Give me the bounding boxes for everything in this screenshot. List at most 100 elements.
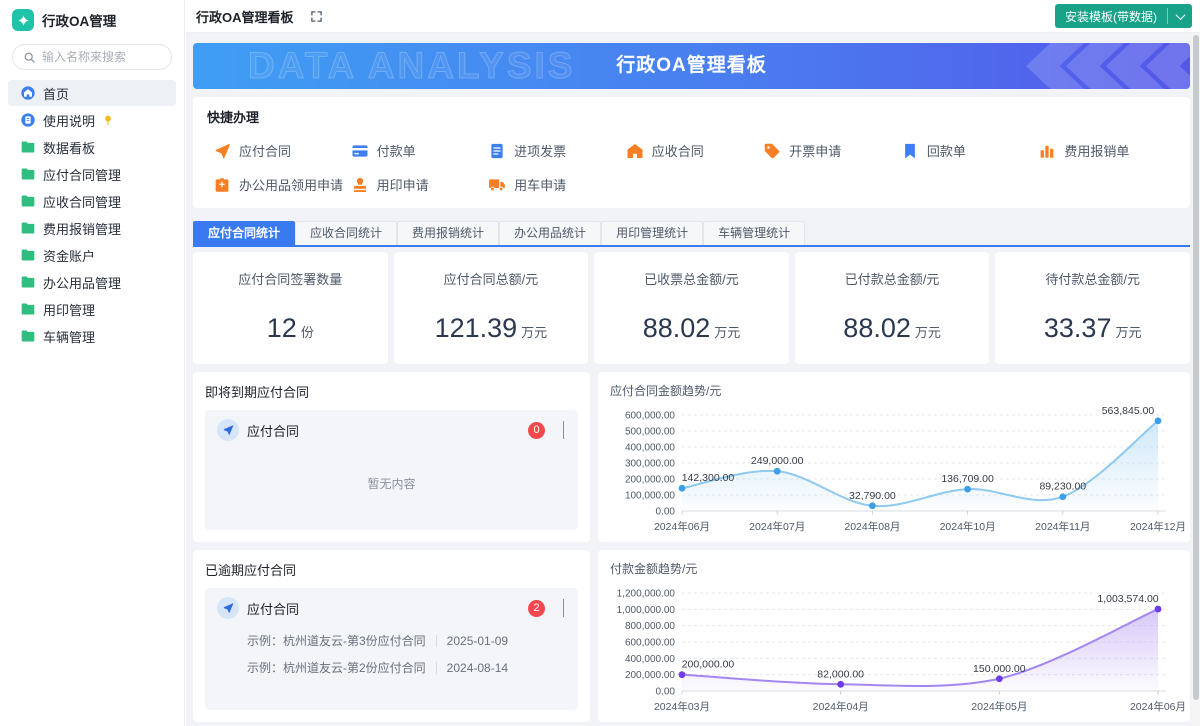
collapse-chevron-icon[interactable] xyxy=(563,421,564,439)
search-box[interactable] xyxy=(12,44,172,70)
stat-label: 已收票总金额/元 xyxy=(594,269,789,288)
send-icon xyxy=(213,142,231,160)
svg-text:2024年06月: 2024年06月 xyxy=(654,520,710,533)
svg-text:136,709.00: 136,709.00 xyxy=(941,473,994,485)
sidebar-item-label: 车辆管理 xyxy=(43,327,95,346)
sidebar-item-funds[interactable]: 资金账户 xyxy=(8,242,176,268)
quick-seal-apply[interactable]: 用印申请 xyxy=(351,175,489,194)
quick-payment-order[interactable]: 付款单 xyxy=(351,141,489,160)
sidebar: 行政OA管理 首页 使用说明 数据看板 应付合同管理 xyxy=(0,0,185,726)
stat-value: 12 xyxy=(267,313,297,343)
folder-icon xyxy=(20,274,36,290)
stat-unit: 万元 xyxy=(915,325,941,340)
list-item[interactable]: 示例：杭州道友云-第3份应付合同 2025-01-09 xyxy=(247,627,566,654)
sidebar-item-receivable-contract[interactable]: 应收合同管理 xyxy=(8,188,176,214)
svg-text:100,000.00: 100,000.00 xyxy=(625,491,675,502)
tab-vehicle-stats[interactable]: 车辆管理统计 xyxy=(703,221,805,245)
quick-expense-form[interactable]: 费用报销单 xyxy=(1038,141,1176,160)
svg-text:500,000.00: 500,000.00 xyxy=(625,427,675,438)
svg-text:200,000.00: 200,000.00 xyxy=(625,475,675,486)
sidebar-item-payable-contract[interactable]: 应付合同管理 xyxy=(8,161,176,187)
svg-text:82,000.00: 82,000.00 xyxy=(817,668,864,680)
chart-title: 付款金额趋势/元 xyxy=(610,560,1178,577)
collapse-chevron-icon[interactable] xyxy=(563,599,564,617)
quick-item-label: 开票申请 xyxy=(789,141,841,160)
sidebar-item-expense[interactable]: 费用报销管理 xyxy=(8,215,176,241)
stat-label: 待付款总金额/元 xyxy=(995,269,1190,288)
payment-trend-chart: 0.00200,000.00400,000.00600,000.00800,00… xyxy=(610,581,1178,713)
svg-text:600,000.00: 600,000.00 xyxy=(625,638,675,649)
quick-vehicle-apply[interactable]: 用车申请 xyxy=(488,175,626,194)
tab-payable-stats[interactable]: 应付合同统计 xyxy=(193,221,295,245)
svg-text:1,000,000.00: 1,000,000.00 xyxy=(617,605,676,616)
stat-paid-total: 已付款总金额/元 88.02万元 xyxy=(795,252,990,364)
scrollbar-thumb[interactable] xyxy=(1193,35,1199,700)
install-template-button[interactable]: 安装模板(带数据) xyxy=(1055,4,1192,28)
banner-decoration xyxy=(1044,43,1190,89)
tab-office-supply-stats[interactable]: 办公用品统计 xyxy=(499,221,601,245)
payable-trend-chart: 0.00100,000.00200,000.00300,000.00400,00… xyxy=(610,403,1178,533)
quick-invoice-apply[interactable]: 开票申请 xyxy=(763,141,901,160)
folder-icon xyxy=(20,220,36,236)
sidebar-item-label: 费用报销管理 xyxy=(43,219,121,238)
contract-date: 2024-08-14 xyxy=(447,661,508,675)
sidebar-item-seal[interactable]: 用印管理 xyxy=(8,296,176,322)
fullscreen-icon[interactable] xyxy=(310,10,323,23)
stat-contract-total: 应付合同总额/元 121.39万元 xyxy=(394,252,589,364)
list-item[interactable]: 示例：杭州道友云-第2份应付合同 2024-08-14 xyxy=(247,654,566,681)
quick-actions-card: 快捷办理 应付合同 付款单 进项发票 应收合同 xyxy=(193,97,1190,208)
quick-item-label: 费用报销单 xyxy=(1064,141,1129,160)
empty-state-text: 暂无内容 xyxy=(205,475,578,492)
topbar: 行政OA管理看板 安装模板(带数据) xyxy=(186,0,1200,33)
sidebar-menu: 首页 使用说明 数据看板 应付合同管理 应收合同管理 费用报销管理 xyxy=(0,80,184,349)
stat-invoiced-total: 已收票总金额/元 88.02万元 xyxy=(594,252,789,364)
stats-tabs: 应付合同统计 应收合同统计 费用报销统计 办公用品统计 用印管理统计 车辆管理统… xyxy=(193,221,1190,247)
folder-icon xyxy=(20,139,36,155)
svg-text:200,000.00: 200,000.00 xyxy=(682,659,735,671)
tab-seal-stats[interactable]: 用印管理统计 xyxy=(601,221,703,245)
vertical-scrollbar[interactable] xyxy=(1192,33,1200,726)
svg-text:400,000.00: 400,000.00 xyxy=(625,443,675,454)
quick-collection-order[interactable]: 回款单 xyxy=(901,141,1039,160)
svg-text:0.00: 0.00 xyxy=(656,687,676,698)
app-logo: 行政OA管理 xyxy=(0,0,184,37)
search-input[interactable] xyxy=(42,50,152,64)
send-circle-icon xyxy=(217,597,239,619)
quick-item-label: 回款单 xyxy=(927,141,966,160)
tab-receivable-stats[interactable]: 应收合同统计 xyxy=(295,221,397,245)
svg-text:89,230.00: 89,230.00 xyxy=(1039,481,1086,493)
folder-icon xyxy=(20,193,36,209)
tab-expense-stats[interactable]: 费用报销统计 xyxy=(397,221,499,245)
svg-text:2024年08月: 2024年08月 xyxy=(844,520,900,533)
stat-contract-count: 应付合同签署数量 12份 xyxy=(193,252,388,364)
sidebar-item-data-board[interactable]: 数据看板 xyxy=(8,134,176,160)
quick-office-supply-apply[interactable]: 办公用品领用申请 xyxy=(213,175,351,194)
divider xyxy=(436,662,437,674)
search-icon xyxy=(23,51,36,64)
sidebar-item-office-supplies[interactable]: 办公用品管理 xyxy=(8,269,176,295)
dashboard-row-2: 已逾期应付合同 应付合同 2 示例：杭州道友云-第3份应付合同 2025-01-… xyxy=(193,550,1190,722)
stat-label: 应付合同总额/元 xyxy=(394,269,589,288)
quick-actions-row-1: 应付合同 付款单 进项发票 应收合同 开票申请 xyxy=(207,141,1176,160)
sidebar-item-label: 使用说明 xyxy=(43,111,95,130)
quick-payable-contract[interactable]: 应付合同 xyxy=(213,141,351,160)
group-label: 应付合同 xyxy=(247,421,299,440)
dashboard-row-1: 即将到期应付合同 应付合同 0 暂无内容 应付合同金额趋势/元 0.00100,… xyxy=(193,372,1190,542)
quick-input-invoice[interactable]: 进项发票 xyxy=(488,141,626,160)
sidebar-item-guide[interactable]: 使用说明 xyxy=(8,107,176,133)
overdue-list: 示例：杭州道友云-第3份应付合同 2025-01-09 示例：杭州道友云-第2份… xyxy=(205,623,578,681)
panel-title: 即将到期应付合同 xyxy=(205,382,578,401)
contract-name: 示例：杭州道友云-第2份应付合同 xyxy=(247,659,426,676)
group-label: 应付合同 xyxy=(247,599,299,618)
sidebar-item-label: 资金账户 xyxy=(43,246,95,265)
app-title: 行政OA管理 xyxy=(42,10,116,30)
sidebar-item-vehicle[interactable]: 车辆管理 xyxy=(8,323,176,349)
contract-date: 2025-01-09 xyxy=(447,634,508,648)
count-badge: 0 xyxy=(528,422,545,439)
svg-text:2024年10月: 2024年10月 xyxy=(940,520,996,533)
install-dropdown-caret[interactable] xyxy=(1168,4,1192,28)
svg-text:2024年06月: 2024年06月 xyxy=(1130,700,1186,713)
svg-text:32,790.00: 32,790.00 xyxy=(849,490,896,502)
quick-receivable-contract[interactable]: 应收合同 xyxy=(626,141,764,160)
sidebar-item-home[interactable]: 首页 xyxy=(8,80,176,106)
